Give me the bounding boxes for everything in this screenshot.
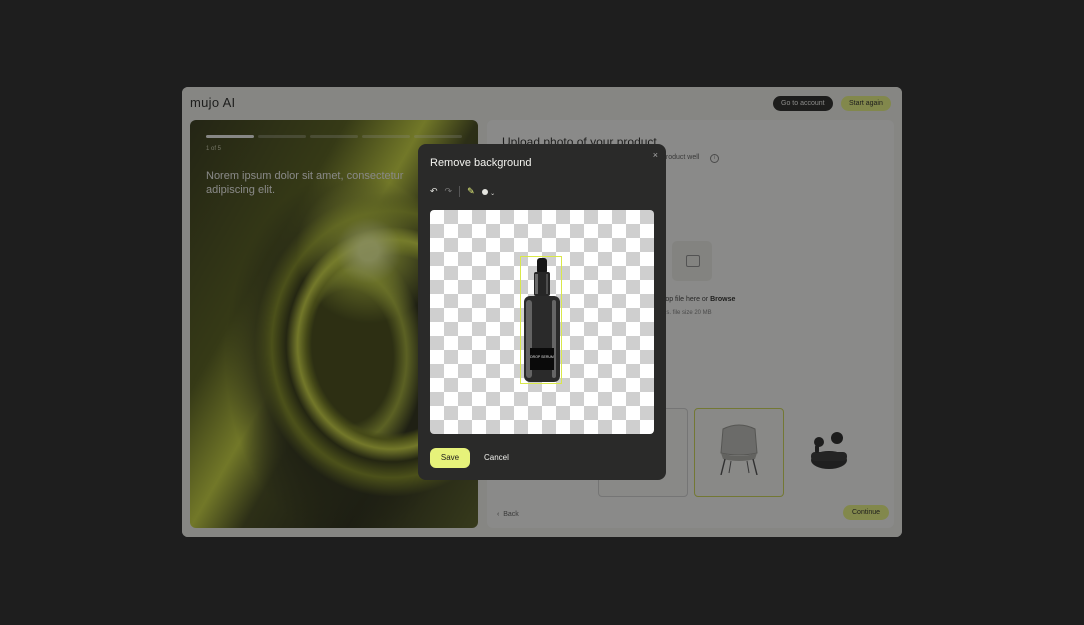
cancel-button[interactable]: Cancel — [484, 448, 509, 468]
redo-icon[interactable]: ↷ — [445, 186, 453, 197]
chevron-down-icon: ⌄ — [490, 190, 496, 197]
dialog-title: Remove background — [430, 157, 532, 169]
brush-icon[interactable]: ✎ — [467, 186, 475, 197]
remove-background-dialog: × Remove background ↶ ↷ ✎ ⌄ DROP SERUM S… — [418, 144, 666, 480]
brush-size-icon — [481, 188, 488, 195]
edit-toolbar: ↶ ↷ ✎ ⌄ — [430, 184, 495, 199]
toolbar-divider — [459, 186, 461, 197]
brush-size-dropdown[interactable]: ⌄ — [481, 187, 496, 197]
close-icon[interactable]: × — [653, 150, 658, 160]
selection-box[interactable] — [520, 256, 562, 384]
save-button[interactable]: Save — [430, 448, 470, 468]
image-canvas[interactable]: DROP SERUM — [430, 210, 654, 434]
undo-icon[interactable]: ↶ — [430, 186, 438, 197]
